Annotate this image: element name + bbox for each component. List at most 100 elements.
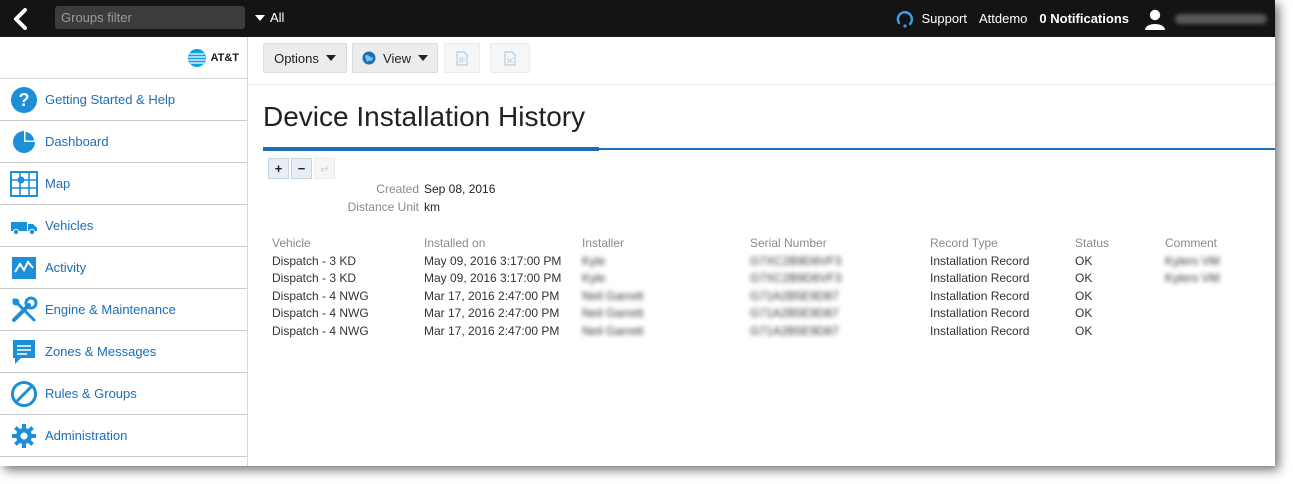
column-header[interactable]: Record Type bbox=[930, 234, 1075, 252]
nav-getting-started[interactable]: ? Getting Started & Help bbox=[0, 79, 247, 121]
tree-controls: + − ⥂ bbox=[268, 158, 335, 179]
created-label: Created bbox=[376, 182, 419, 196]
group-scope-dropdown[interactable]: All bbox=[255, 10, 284, 25]
vehicle-cell: Dispatch - 4 NWG bbox=[272, 306, 369, 321]
nav-map[interactable]: Map bbox=[0, 163, 247, 205]
view-button[interactable]: View bbox=[352, 43, 438, 73]
nav-label: Map bbox=[45, 176, 71, 191]
comment-cell: Kylers VM bbox=[1165, 271, 1220, 286]
created-value: Sep 08, 2016 bbox=[424, 182, 496, 196]
column-header[interactable]: Installer bbox=[582, 234, 750, 252]
att-globe-icon bbox=[188, 48, 207, 67]
serial-number-cell: G7XC2B9D6VF3 bbox=[750, 253, 842, 268]
status-cell: OK bbox=[1075, 253, 1093, 268]
plus-icon: + bbox=[274, 161, 283, 176]
back-button[interactable] bbox=[8, 6, 34, 32]
sidebar: AT&T ? Getting Started & Help Dashboard … bbox=[0, 37, 248, 466]
table-row[interactable]: Dispatch - 3 KD May 09, 2016 3:17:00 PM … bbox=[272, 270, 1255, 288]
spreadsheet-icon bbox=[504, 51, 516, 65]
brand-logo: AT&T bbox=[0, 37, 247, 79]
export-excel-button[interactable] bbox=[490, 43, 530, 73]
caret-down-icon bbox=[417, 55, 428, 61]
wrench-icon bbox=[10, 296, 38, 324]
collapse-all-button[interactable]: − bbox=[291, 158, 312, 179]
options-label: Options bbox=[274, 50, 319, 66]
record-type-cell: Installation Record bbox=[930, 253, 1030, 268]
support-link[interactable]: Support bbox=[895, 9, 967, 29]
serial-number-cell: G71A2B5E9D87 bbox=[750, 323, 839, 338]
serial-number-cell: G7XC2B9D6VF3 bbox=[750, 271, 842, 286]
comment-cell: Kylers VM bbox=[1165, 253, 1220, 268]
comment-cell bbox=[1165, 305, 1255, 323]
table-row[interactable]: Dispatch - 4 NWG Mar 17, 2016 2:47:00 PM… bbox=[272, 322, 1255, 340]
brand-text: AT&T bbox=[210, 51, 239, 64]
nav-label: Getting Started & Help bbox=[45, 92, 176, 107]
notifications-link[interactable]: 0 Notifications bbox=[1039, 11, 1129, 26]
vehicle-cell: Dispatch - 3 KD bbox=[272, 253, 357, 268]
user-icon bbox=[1145, 9, 1165, 30]
table-row[interactable]: Dispatch - 4 NWG Mar 17, 2016 2:47:00 PM… bbox=[272, 287, 1255, 305]
no-entry-icon bbox=[10, 380, 38, 408]
export-pdf-button[interactable] bbox=[444, 43, 480, 73]
nav-label: Zones & Messages bbox=[45, 344, 157, 359]
distance-unit-value: km bbox=[424, 199, 440, 214]
user-menu[interactable] bbox=[1143, 7, 1167, 31]
installed-on-cell: Mar 17, 2016 2:47:00 PM bbox=[424, 323, 560, 338]
nav-zones-messages[interactable]: Zones & Messages bbox=[0, 331, 247, 373]
nav-vehicles[interactable]: Vehicles bbox=[0, 205, 247, 247]
top-bar: All Support Attdemo 0 Notifications bbox=[0, 0, 1275, 37]
svg-text:?: ? bbox=[19, 90, 30, 110]
installer-cell: Neil Garrett bbox=[582, 306, 644, 321]
distance-unit-label: Distance Unit bbox=[347, 199, 419, 214]
groups-filter-input[interactable] bbox=[55, 6, 245, 29]
toolbar: Options View bbox=[248, 37, 1275, 85]
column-header[interactable]: Comment bbox=[1165, 234, 1255, 252]
expand-all-button[interactable]: + bbox=[268, 158, 289, 179]
status-cell: OK bbox=[1075, 288, 1093, 303]
comment-cell bbox=[1165, 287, 1255, 305]
user-email-redacted bbox=[1175, 13, 1267, 24]
nav-label: Administration bbox=[45, 428, 128, 443]
installed-on-cell: Mar 17, 2016 2:47:00 PM bbox=[424, 306, 560, 321]
nav-rules-groups[interactable]: Rules & Groups bbox=[0, 373, 247, 415]
reset-tree-button[interactable]: ⥂ bbox=[314, 158, 335, 179]
chevron-left-icon bbox=[14, 8, 27, 30]
installer-cell: Neil Garrett bbox=[582, 323, 644, 338]
installed-on-cell: May 09, 2016 3:17:00 PM bbox=[424, 271, 562, 286]
nav-label: Engine & Maintenance bbox=[45, 302, 176, 317]
column-header[interactable]: Serial Number bbox=[750, 234, 930, 252]
top-right-menu: Support Attdemo 0 Notifications bbox=[895, 0, 1275, 37]
vehicle-cell: Dispatch - 4 NWG bbox=[272, 288, 369, 303]
nav-administration[interactable]: Administration bbox=[0, 415, 247, 457]
table-row[interactable]: Dispatch - 4 NWG Mar 17, 2016 2:47:00 PM… bbox=[272, 305, 1255, 323]
map-icon bbox=[10, 170, 38, 198]
activity-chart-icon bbox=[10, 254, 38, 282]
caret-down-icon bbox=[325, 55, 336, 61]
nav-label: Activity bbox=[45, 260, 87, 275]
truck-icon bbox=[10, 212, 38, 240]
record-type-cell: Installation Record bbox=[930, 271, 1030, 286]
account-name[interactable]: Attdemo bbox=[979, 11, 1027, 26]
column-header[interactable]: Status bbox=[1075, 234, 1165, 252]
nav-engine-maintenance[interactable]: Engine & Maintenance bbox=[0, 289, 247, 331]
page-title: Device Installation History bbox=[263, 101, 586, 132]
message-icon bbox=[10, 338, 38, 366]
nav-dashboard[interactable]: Dashboard bbox=[0, 121, 247, 163]
main-content: Options View Device Installation History… bbox=[248, 37, 1275, 466]
record-type-cell: Installation Record bbox=[930, 306, 1030, 321]
table-row[interactable]: Dispatch - 3 KD May 09, 2016 3:17:00 PM … bbox=[272, 252, 1255, 270]
caret-down-icon bbox=[255, 14, 265, 21]
column-header[interactable]: Installed on bbox=[424, 234, 582, 252]
view-label: View bbox=[383, 50, 411, 66]
nav-label: Rules & Groups bbox=[45, 386, 137, 401]
status-cell: OK bbox=[1075, 271, 1093, 286]
app-window: All Support Attdemo 0 Notifications AT&T… bbox=[0, 0, 1275, 466]
column-header[interactable]: Vehicle bbox=[272, 234, 424, 252]
document-icon bbox=[456, 51, 468, 65]
installer-cell: Kyle bbox=[582, 253, 606, 268]
installed-on-cell: May 09, 2016 3:17:00 PM bbox=[424, 253, 562, 268]
nav-activity[interactable]: Activity bbox=[0, 247, 247, 289]
headset-icon bbox=[897, 10, 914, 28]
vehicle-cell: Dispatch - 3 KD bbox=[272, 271, 357, 286]
options-button[interactable]: Options bbox=[263, 43, 347, 73]
